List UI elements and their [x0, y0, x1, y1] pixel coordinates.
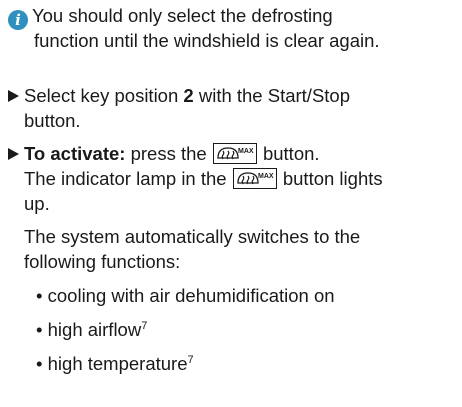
activate-label: To activate:: [24, 143, 126, 164]
list-item: • high temperature7: [36, 353, 194, 374]
step2-line-3: up.: [24, 193, 50, 214]
windshield-defrost-max-icon: MAX: [212, 143, 257, 164]
note-text-1: You should only select the defrosting: [32, 5, 333, 26]
bullet-dot-icon: •: [36, 319, 43, 340]
note-line-2: function until the windshield is clear a…: [34, 30, 380, 51]
note-line-1: i You should only select the defrosting: [8, 4, 333, 30]
windshield-defrost-max-icon: MAX: [232, 168, 277, 189]
system-para-line-1: The system automatically switches to the: [24, 226, 361, 247]
bullet-dot-icon: •: [36, 353, 43, 374]
key-position-value: 2: [183, 85, 194, 106]
step-arrow-icon: [8, 90, 19, 102]
step-arrow-icon: [8, 148, 19, 160]
bullet-dot-icon: •: [36, 285, 43, 306]
system-para-line-2: following functions:: [24, 251, 181, 272]
info-icon: i: [8, 10, 28, 30]
step1-line-1: Select key position 2 with the Start/Sto…: [24, 85, 351, 106]
step1-line-2: button.: [24, 110, 81, 131]
list-item: • cooling with air dehumidification on: [36, 285, 335, 306]
manual-page: i You should only select the defrosting f…: [0, 0, 462, 407]
footnote-ref: 7: [141, 320, 148, 332]
footnote-ref: 7: [187, 354, 194, 366]
defrost-max-label: MAX: [238, 148, 254, 155]
list-item: • high airflow7: [36, 319, 148, 340]
step2-line-2: The indicator lamp in the MAX button lig…: [24, 168, 383, 189]
defrost-max-label: MAX: [258, 173, 274, 180]
step2-line-1: To activate: press the MAX button.: [24, 143, 320, 164]
